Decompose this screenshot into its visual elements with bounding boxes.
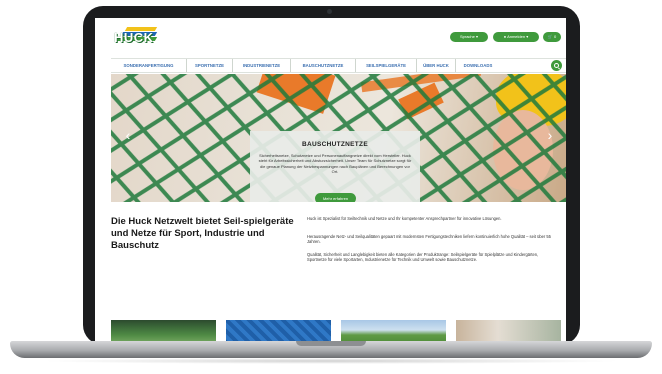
login-button[interactable]: ● Anmelden ▾ — [493, 32, 539, 42]
nav-item-seilspielgeraete[interactable]: SEILSPIELGERÄTE — [356, 59, 417, 72]
intro-paragraph: Huck ist Spezialist für Seiltechnik und … — [307, 216, 502, 221]
nav-item-sportnetze[interactable]: SPORTNETZE — [187, 59, 233, 72]
nav-item-downloads[interactable]: DOWNLOADS — [456, 59, 500, 72]
huck-logo[interactable]: HUCK — [112, 27, 158, 47]
hero-slider: ‹ › BAUSCHUTZNETZE Sicherheitsnetze, Sch… — [111, 74, 566, 202]
nav-item-ueber-huck[interactable]: ÜBER HUCK — [417, 59, 456, 72]
hero-title: BAUSCHUTZNETZE — [302, 141, 368, 148]
intro-paragraph: Herausragende Netz- und Seilqualitäten g… — [307, 234, 551, 245]
chevron-down-icon: ▾ — [476, 34, 479, 39]
laptop-base — [10, 341, 652, 358]
laptop-notch — [296, 341, 366, 346]
webcam — [327, 9, 332, 14]
chevron-down-icon: ▾ — [526, 34, 529, 39]
laptop-screen: HUCK Sprache ▾ ● Anmelden ▾ 🛒 0 SONDERAN… — [95, 18, 566, 345]
hero-text: Sicherheitsnetze, Schutznetze und Person… — [258, 153, 412, 175]
login-label: Anmelden — [507, 34, 526, 39]
cart-count: 0 — [553, 34, 557, 39]
nav-item-sonderanfertigung[interactable]: SONDERANFERTIGUNG — [111, 59, 187, 72]
site-header: HUCK Sprache ▾ ● Anmelden ▾ 🛒 0 — [95, 18, 566, 56]
user-icon: ● — [503, 34, 507, 39]
search-icon[interactable] — [551, 60, 562, 71]
cart-button[interactable]: 🛒 0 — [543, 32, 561, 42]
logo-text: HUCK — [114, 30, 154, 45]
language-button[interactable]: Sprache ▾ — [450, 32, 488, 42]
cart-icon: 🛒 — [547, 34, 553, 39]
chevron-left-icon[interactable]: ‹ — [123, 128, 133, 142]
hero-caption-box: BAUSCHUTZNETZE Sicherheitsnetze, Schutzn… — [250, 131, 420, 202]
hero-more-button[interactable]: Mehr erfahren — [315, 193, 356, 202]
intro-section: Die Huck Netzwelt bietet Seil-spielgerät… — [111, 210, 566, 310]
intro-heading: Die Huck Netzwelt bietet Seil-spielgerät… — [111, 216, 294, 251]
laptop-bezel: HUCK Sprache ▾ ● Anmelden ▾ 🛒 0 SONDERAN… — [83, 6, 580, 345]
intro-paragraph: Qualität, Sicherheit und Langlebigkeit b… — [307, 252, 539, 263]
main-navigation: SONDERANFERTIGUNG SPORTNETZE INDUSTRIENE… — [111, 58, 566, 73]
nav-item-bauschutznetze[interactable]: BAUSCHUTZNETZE — [291, 59, 356, 72]
language-label: Sprache — [459, 34, 475, 39]
nav-item-industrienetze[interactable]: INDUSTRIENETZE — [233, 59, 291, 72]
laptop-shadow — [40, 358, 622, 364]
chevron-right-icon[interactable]: › — [545, 128, 555, 142]
